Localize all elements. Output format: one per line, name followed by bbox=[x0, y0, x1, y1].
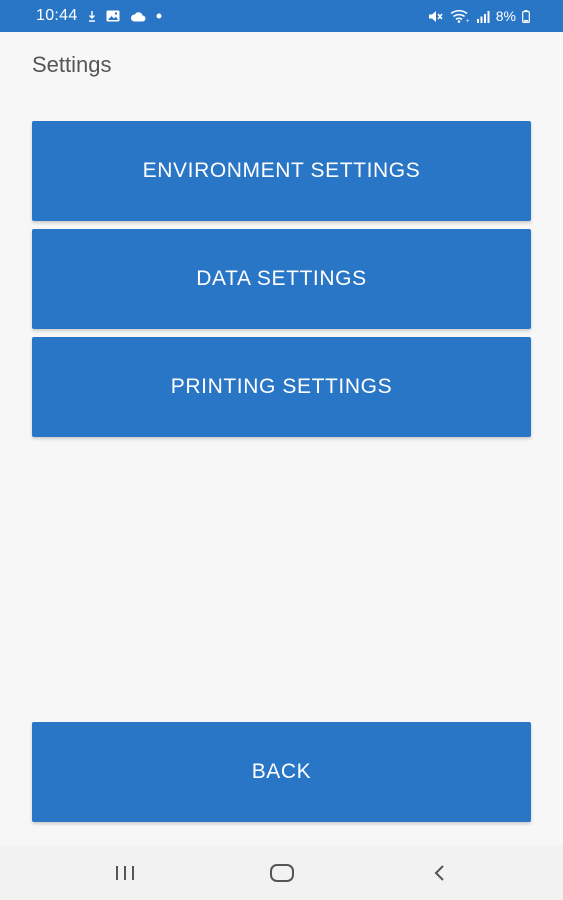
status-bar: 10:44 + 8% bbox=[0, 0, 563, 32]
download-icon bbox=[88, 10, 96, 22]
svg-text:+: + bbox=[465, 19, 469, 24]
home-icon[interactable] bbox=[252, 846, 312, 900]
status-right: + 8% bbox=[428, 8, 530, 24]
mute-icon bbox=[428, 10, 444, 23]
printing-settings-button[interactable]: PRINTING SETTINGS bbox=[32, 337, 531, 437]
cloud-icon bbox=[130, 11, 146, 22]
battery-percent: 8% bbox=[495, 8, 516, 24]
back-button[interactable]: BACK bbox=[32, 722, 531, 822]
recents-icon[interactable] bbox=[95, 846, 155, 900]
status-time: 10:44 bbox=[36, 7, 78, 24]
signal-icon bbox=[476, 10, 490, 23]
dot-icon bbox=[156, 13, 162, 19]
data-settings-button[interactable]: DATA SETTINGS bbox=[32, 229, 531, 329]
status-left: 10:44 bbox=[36, 7, 162, 25]
back-nav-icon[interactable] bbox=[410, 846, 470, 900]
environment-settings-button[interactable]: ENVIRONMENT SETTINGS bbox=[32, 121, 531, 221]
battery-icon bbox=[522, 9, 530, 23]
page-title: Settings bbox=[32, 52, 112, 77]
image-icon bbox=[106, 10, 120, 22]
wifi-icon: + bbox=[450, 9, 470, 23]
navigation-bar bbox=[0, 846, 563, 900]
